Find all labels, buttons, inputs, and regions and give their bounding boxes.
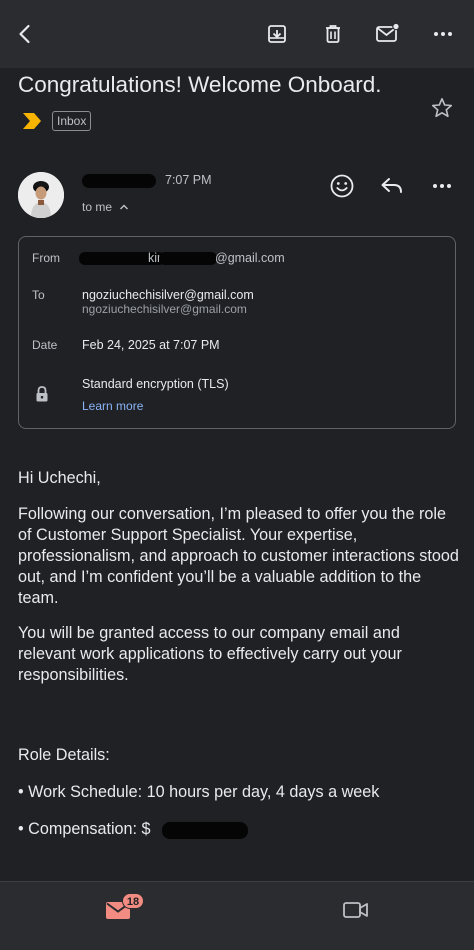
meet-tab[interactable] — [338, 895, 374, 925]
mark-unread-icon — [376, 22, 400, 42]
role-details-heading: Role Details: — [18, 746, 110, 764]
bottom-navigation — [0, 881, 474, 950]
lock-icon — [36, 386, 48, 402]
more-vert-icon — [434, 32, 452, 36]
top-app-bar — [0, 0, 474, 68]
back-arrow-icon — [19, 24, 30, 44]
recipient-toggle[interactable]: to me — [82, 200, 129, 214]
bullet-work-schedule: • Work Schedule: 10 hours per day, 4 day… — [18, 783, 380, 801]
emoji-icon — [330, 174, 354, 198]
message-details-card: From kir @gmail.com To ngoziuchechisilve… — [18, 236, 456, 429]
react-button[interactable] — [327, 172, 357, 200]
from-domain: @gmail.com — [215, 251, 285, 265]
recipient-label: to me — [82, 200, 113, 214]
mark-unread-button[interactable] — [370, 17, 404, 51]
compensation-redacted — [162, 822, 248, 839]
reply-icon — [381, 178, 402, 193]
video-icon — [343, 902, 368, 918]
to-label: To — [32, 288, 45, 302]
star-icon — [431, 98, 453, 118]
to-sub-value: ngoziuchechisilver@gmail.com — [82, 302, 247, 316]
label-row: Inbox — [22, 110, 92, 132]
body-paragraph-1: Following our conversation, I’m pleased … — [18, 505, 459, 607]
message-more-button[interactable] — [427, 172, 457, 200]
trash-icon — [326, 25, 340, 43]
from-email-redacted — [159, 252, 217, 265]
greeting: Hi Uchechi, — [18, 469, 101, 487]
to-value[interactable]: ngoziuchechisilver@gmail.com — [82, 288, 254, 302]
learn-more-link[interactable]: Learn more — [82, 399, 143, 413]
encryption-text: Standard encryption (TLS) — [82, 377, 229, 391]
from-label: From — [32, 251, 60, 265]
chevron-up-icon — [120, 204, 129, 210]
delete-button[interactable] — [316, 17, 350, 51]
unread-count-badge: 18 — [122, 893, 144, 909]
inbox-label-chip[interactable]: Inbox — [52, 111, 92, 131]
archive-icon — [268, 25, 286, 43]
more-horiz-icon — [433, 184, 451, 188]
sender-name-redacted — [82, 174, 156, 188]
email-time: 7:07 PM — [165, 173, 212, 187]
star-button[interactable] — [430, 96, 454, 125]
body-paragraph-2: You will be granted access to our compan… — [18, 624, 402, 684]
reply-button[interactable] — [377, 172, 407, 200]
back-button[interactable] — [8, 17, 42, 51]
email-subject: Congratulations! Welcome Onboard. — [18, 72, 382, 97]
date-label: Date — [32, 338, 58, 352]
date-value: Feb 24, 2025 at 7:07 PM — [82, 338, 220, 352]
sender-avatar[interactable] — [18, 172, 64, 218]
important-marker-icon[interactable] — [22, 112, 42, 130]
more-options-button[interactable] — [426, 17, 460, 51]
archive-button[interactable] — [260, 17, 294, 51]
